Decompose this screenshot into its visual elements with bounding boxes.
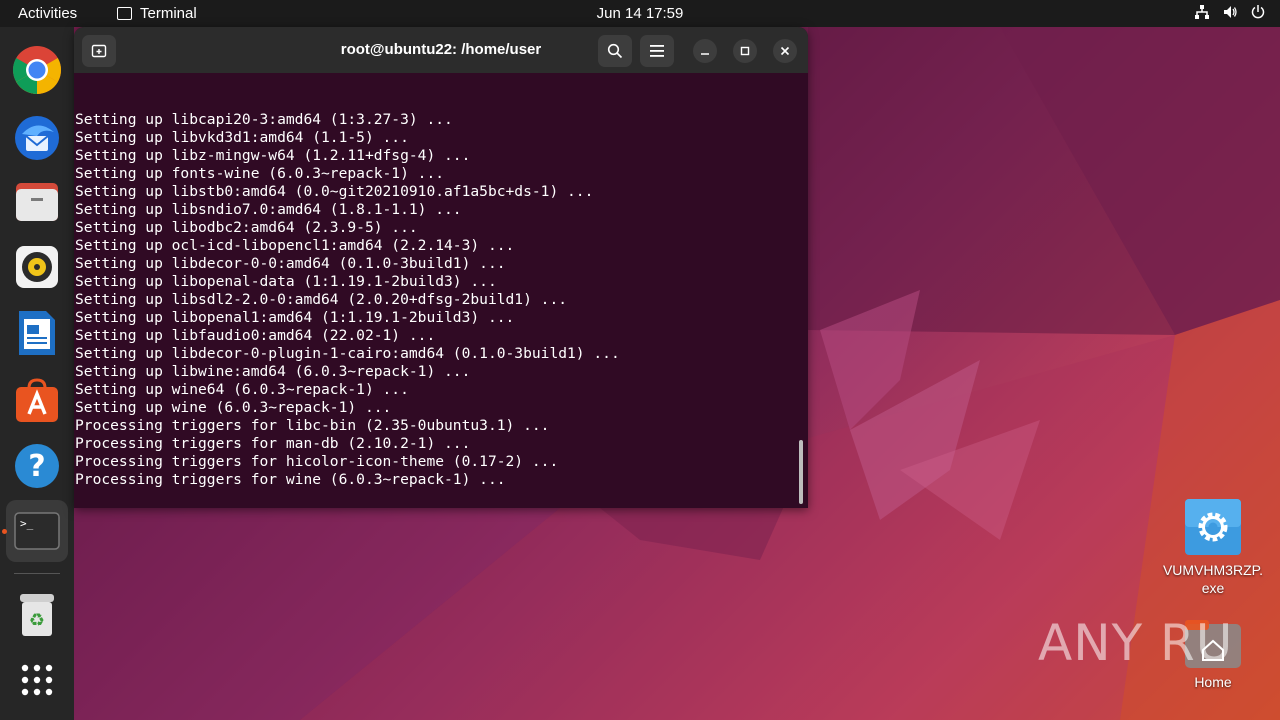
terminal-line: Processing triggers for hicolor-icon-the… xyxy=(75,453,559,470)
clock[interactable]: Jun 14 17:59 xyxy=(597,5,684,22)
desktop: Activities Terminal Jun 14 17:59 ? >_ ♻ … xyxy=(0,0,1280,720)
terminal-line: Setting up libdecor-0-0:amd64 (0.1.0-3bu… xyxy=(75,255,506,272)
minimize-button[interactable] xyxy=(693,39,717,63)
anyrun-watermark: ANY RUN xyxy=(1038,612,1238,672)
close-icon xyxy=(780,46,790,56)
terminal-scrollbar[interactable] xyxy=(799,440,803,504)
gear-icon xyxy=(1185,499,1241,555)
volume-icon xyxy=(1224,6,1237,18)
terminal-line: Processing triggers for wine (6.0.3~repa… xyxy=(75,471,506,488)
system-tray[interactable] xyxy=(1194,4,1266,20)
thunderbird-icon xyxy=(15,116,59,160)
search-icon xyxy=(607,43,623,59)
terminal-line: Setting up libfaudio0:amd64 (22.02-1) ..… xyxy=(75,327,436,344)
rhythmbox-icon xyxy=(16,246,58,288)
terminal-prompt-glyph: >_ xyxy=(20,517,34,530)
desktop-icon-home-label: Home xyxy=(1194,674,1232,690)
dock-item-help[interactable]: ? xyxy=(10,439,64,493)
search-button[interactable] xyxy=(598,35,632,67)
svg-text:♻: ♻ xyxy=(29,610,45,631)
desktop-icon-exe-label: VUMVHM3RZP. exe xyxy=(1162,562,1264,596)
terminal-line: Setting up libopenal-data (1:1.19.1-2bui… xyxy=(75,273,497,290)
menu-button[interactable] xyxy=(640,35,674,67)
app-menu-label: Terminal xyxy=(140,5,197,22)
power-icon xyxy=(1251,5,1265,19)
terminal-icon: >_ xyxy=(14,512,60,550)
terminal-window[interactable]: root@ubuntu22: /home/user Setting up lib… xyxy=(74,27,808,508)
terminal-line: Setting up wine (6.0.3~repack-1) ... xyxy=(75,399,392,416)
dock-separator xyxy=(14,573,60,574)
maximize-icon xyxy=(740,46,750,56)
terminal-lines: Setting up libcapi20-3:amd64 (1:3.27-3) … xyxy=(75,111,795,489)
hamburger-menu-icon xyxy=(650,45,664,57)
dock-item-chrome[interactable] xyxy=(10,43,64,97)
running-indicator xyxy=(2,529,7,534)
network-icon xyxy=(1195,5,1209,19)
files-icon xyxy=(16,183,58,221)
terminal-line: Setting up libstb0:amd64 (0.0~git2021091… xyxy=(75,183,594,200)
maximize-button[interactable] xyxy=(733,39,757,63)
dock-item-terminal[interactable]: >_ xyxy=(6,500,68,562)
terminal-line: Setting up libdecor-0-plugin-1-cairo:amd… xyxy=(75,345,620,362)
terminal-line: Setting up libvkd3d1:amd64 (1.1-5) ... xyxy=(75,129,409,146)
svg-text:ANY RUN: ANY RUN xyxy=(1038,614,1238,672)
terminal-line: Processing triggers for libc-bin (2.35-0… xyxy=(75,417,550,434)
close-button[interactable] xyxy=(773,39,797,63)
terminal-output[interactable]: Setting up libcapi20-3:amd64 (1:3.27-3) … xyxy=(75,73,795,508)
terminal-line: Setting up libwine:amd64 (6.0.3~repack-1… xyxy=(75,363,471,380)
top-bar: Activities Terminal Jun 14 17:59 xyxy=(0,0,1280,27)
writer-icon xyxy=(19,311,55,355)
terminal-line: Setting up wine64 (6.0.3~repack-1) ... xyxy=(75,381,409,398)
desktop-icon-exe[interactable]: VUMVHM3RZP. exe xyxy=(1158,499,1268,597)
dock-item-files[interactable] xyxy=(10,175,64,229)
terminal-line: Setting up libsdl2-2.0-0:amd64 (2.0.20+d… xyxy=(75,291,568,308)
terminal-line: Setting up libcapi20-3:amd64 (1:3.27-3) … xyxy=(75,111,453,128)
terminal-line: Setting up libsndio7.0:amd64 (1.8.1-1.1)… xyxy=(75,201,462,218)
dock-item-trash[interactable]: ♻ xyxy=(10,588,64,642)
software-icon xyxy=(16,378,58,422)
terminal-line: Setting up libopenal1:amd64 (1:1.19.1-2b… xyxy=(75,309,515,326)
trash-icon: ♻ xyxy=(20,594,54,636)
terminal-line: Setting up libodbc2:amd64 (2.3.9-5) ... xyxy=(75,219,418,236)
terminal-line: Processing triggers for man-db (2.10.2-1… xyxy=(75,435,471,452)
activities-button[interactable]: Activities xyxy=(18,5,77,22)
svg-text:?: ? xyxy=(28,449,45,484)
dock-item-writer[interactable] xyxy=(10,306,64,360)
help-icon: ? xyxy=(15,444,59,488)
terminal-line: Setting up libz-mingw-w64 (1.2.11+dfsg-4… xyxy=(75,147,471,164)
anyrun-logo: ANY RUN xyxy=(1038,614,1238,672)
chrome-icon xyxy=(12,46,62,95)
dock-item-show-applications[interactable] xyxy=(10,653,64,707)
app-menu[interactable]: Terminal xyxy=(117,5,197,22)
terminal-line: Setting up fonts-wine (6.0.3~repack-1) .… xyxy=(75,165,445,182)
dock: ? >_ ♻ xyxy=(0,27,74,720)
dock-item-thunderbird[interactable] xyxy=(10,110,64,164)
app-grid-icon xyxy=(21,664,53,696)
terminal-app-icon xyxy=(117,7,132,20)
terminal-line: Setting up ocl-icd-libopencl1:amd64 (2.2… xyxy=(75,237,515,254)
dock-item-rhythmbox[interactable] xyxy=(10,240,64,294)
dock-item-software[interactable] xyxy=(10,373,64,427)
minimize-icon xyxy=(701,53,709,55)
terminal-titlebar[interactable]: root@ubuntu22: /home/user xyxy=(74,27,808,73)
